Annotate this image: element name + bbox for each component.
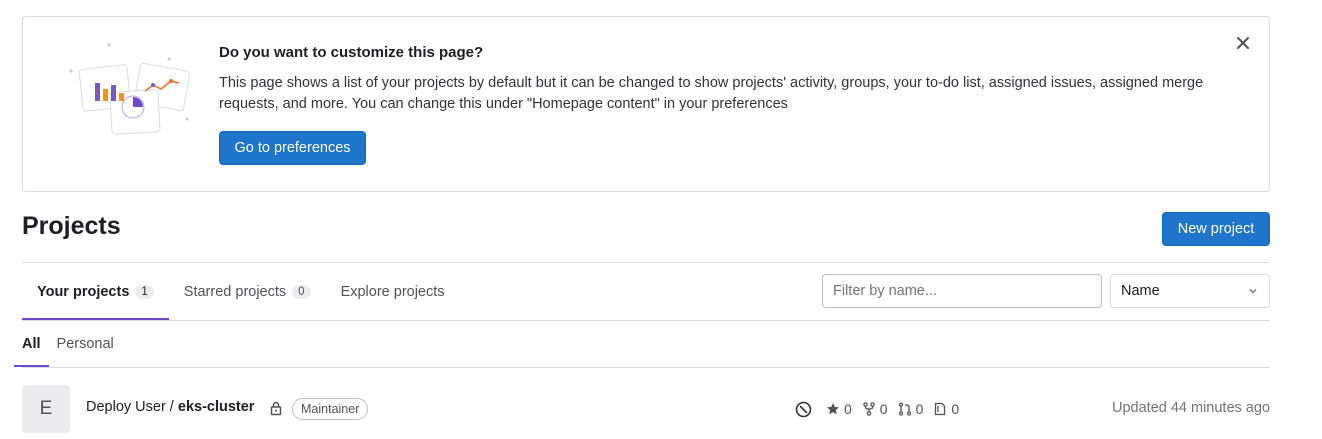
- fork-icon: [863, 402, 875, 416]
- lock-icon: [270, 401, 282, 416]
- filter-by-name-input[interactable]: [822, 274, 1102, 308]
- go-to-preferences-button[interactable]: Go to preferences: [219, 131, 366, 165]
- tab-label: Starred projects: [183, 283, 287, 300]
- close-icon[interactable]: [1233, 33, 1253, 53]
- merge-requests-count[interactable]: 0: [898, 401, 923, 417]
- last-updated: Updated 44 minutes ago: [1112, 400, 1270, 416]
- banner-title: Do you want to customize this page?: [219, 44, 484, 61]
- sort-selected-value: Name: [1121, 283, 1160, 299]
- projects-page: Do you want to customize this page? This…: [0, 0, 1322, 439]
- subtab-personal[interactable]: Personal: [57, 321, 122, 367]
- project-namespace: Deploy User /: [86, 399, 178, 415]
- project-avatar[interactable]: E: [22, 385, 70, 433]
- tab-count-badge: 1: [135, 284, 154, 299]
- pipeline-status[interactable]: [795, 401, 816, 418]
- customize-page-banner: Do you want to customize this page? This…: [22, 16, 1270, 192]
- project-link[interactable]: Deploy User / eks-cluster: [86, 399, 254, 415]
- pipeline-canceled-icon: [795, 401, 812, 417]
- tab-starred-projects[interactable]: Starred projects 0: [169, 263, 326, 320]
- issues-icon: [935, 402, 946, 416]
- new-project-button[interactable]: New project: [1162, 212, 1270, 246]
- project-name: eks-cluster: [177, 399, 255, 415]
- project-filter-tabs: All Personal: [14, 321, 130, 367]
- stars-count[interactable]: 0: [826, 401, 852, 417]
- tab-your-projects[interactable]: Your projects 1: [22, 263, 169, 320]
- divider: [22, 367, 1270, 368]
- merge-request-icon: [898, 402, 911, 416]
- role-badge: Maintainer: [292, 398, 369, 420]
- project-tabs: Your projects 1 Starred projects 0 Explo…: [22, 263, 460, 320]
- subtab-all[interactable]: All: [14, 321, 49, 367]
- project-stats: 0 0 0 0: [795, 399, 969, 419]
- chevron-down-icon: [1249, 289, 1257, 294]
- issues-count[interactable]: 0: [933, 401, 959, 417]
- star-icon: [827, 403, 839, 415]
- tab-label: Explore projects: [340, 283, 445, 300]
- banner-description: This page shows a list of your projects …: [219, 75, 1204, 112]
- tab-label: Your projects: [37, 283, 130, 300]
- divider: [22, 320, 1270, 321]
- page-title: Projects: [22, 212, 121, 240]
- tab-explore-projects[interactable]: Explore projects: [326, 263, 460, 320]
- dashboard-illustration-icon: [69, 43, 191, 135]
- sort-dropdown[interactable]: Name: [1110, 274, 1270, 308]
- forks-count[interactable]: 0: [862, 401, 888, 417]
- tab-count-badge: 0: [292, 284, 311, 299]
